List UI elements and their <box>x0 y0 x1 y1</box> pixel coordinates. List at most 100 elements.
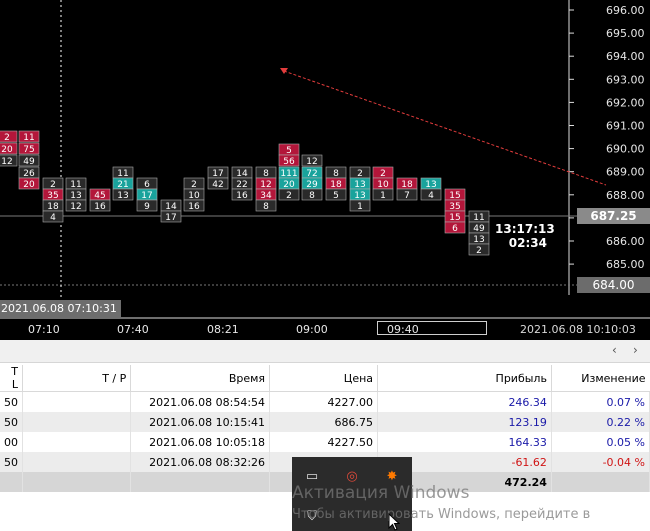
footprint-cell: 15 <box>444 210 466 223</box>
cell-profit: 246.34 <box>377 391 552 412</box>
footprint-cell: 5 <box>278 143 300 156</box>
svg-text:5: 5 <box>286 146 292 156</box>
cell-price: 4227.50 <box>269 432 379 452</box>
cell-sl: 00 <box>0 432 23 452</box>
footprint-cell: 18 <box>325 177 347 190</box>
header-tp[interactable]: T / P <box>22 365 132 392</box>
svg-text:8: 8 <box>263 169 269 179</box>
svg-text:20: 20 <box>23 180 35 190</box>
price-axis-label: 691.00 <box>606 120 645 133</box>
footprint-cell: 11 <box>112 166 134 179</box>
trend-anchor-icon[interactable] <box>280 68 288 74</box>
footprint-cell: 18 <box>396 177 418 190</box>
svg-text:6: 6 <box>144 180 150 190</box>
svg-text:42: 42 <box>212 180 223 190</box>
footprint-cell: 18 <box>42 199 64 212</box>
footprint-cell: 20 <box>0 142 18 155</box>
svg-text:5: 5 <box>333 191 339 201</box>
footprint-cell: 12 <box>301 154 323 167</box>
footprint-cell: 2 <box>278 188 300 201</box>
cell-tp <box>22 412 132 432</box>
footprint-cell: 35 <box>42 188 64 201</box>
svg-text:16: 16 <box>236 191 248 201</box>
svg-text:16: 16 <box>94 202 106 212</box>
svg-text:2: 2 <box>476 246 482 256</box>
footprint-cell: 13 <box>65 188 87 201</box>
svg-text:13: 13 <box>354 180 365 190</box>
svg-text:72: 72 <box>306 169 317 179</box>
price-axis-label: 689.00 <box>606 166 645 179</box>
footprint-cell: 49 <box>18 154 40 167</box>
activation-watermark-title: Активация Windows <box>292 483 470 503</box>
price-axis-label: 693.00 <box>606 73 645 86</box>
footprint-cell: 12 <box>65 199 87 212</box>
svg-text:17: 17 <box>165 213 176 223</box>
svg-text:17: 17 <box>141 191 152 201</box>
footprint-cell: 22 <box>231 177 253 190</box>
time-label: 09:00 <box>296 323 328 336</box>
svg-text:2: 2 <box>380 169 386 179</box>
footprint-cell: 29 <box>301 177 323 190</box>
cell-change: 0.07 % <box>551 391 650 412</box>
svg-text:8: 8 <box>333 169 339 179</box>
svg-text:14: 14 <box>165 202 177 212</box>
svg-text:13: 13 <box>70 191 81 201</box>
svg-text:49: 49 <box>473 224 485 234</box>
footprint-cell: 15 <box>444 188 466 201</box>
svg-text:15: 15 <box>449 191 460 201</box>
header-sl[interactable]: T L <box>0 365 23 392</box>
current-price-tag: 687.25 <box>577 208 650 224</box>
footprint-cell: 13 <box>349 188 371 201</box>
header-profit[interactable]: Прибыль <box>377 365 552 392</box>
svg-text:17: 17 <box>212 169 223 179</box>
footprint-cell: 8 <box>325 166 347 179</box>
svg-text:111: 111 <box>280 169 297 179</box>
svg-text:11: 11 <box>117 169 128 179</box>
table-header: T L T / P Время Цена Прибыль Изменение <box>0 365 650 392</box>
svg-text:14: 14 <box>236 169 248 179</box>
svg-text:13: 13 <box>117 191 128 201</box>
footprint-cell: 7 <box>396 188 418 201</box>
mouse-cursor-icon <box>388 513 400 531</box>
time-label: 09:40 <box>387 323 419 336</box>
footprint-cell: 10 <box>372 177 394 190</box>
scroll-strip[interactable]: ‹ › <box>0 340 650 363</box>
svg-text:11: 11 <box>23 133 34 143</box>
scroll-left-icon[interactable]: ‹ <box>612 343 617 357</box>
scroll-right-icon[interactable]: › <box>633 343 638 357</box>
footprint-cell: 17 <box>136 188 158 201</box>
footprint-cell: 13 <box>468 232 490 245</box>
cell-time: 2021.06.08 08:32:26 <box>130 452 271 472</box>
table-row[interactable]: 50 2021.06.08 10:15:41 686.75 123.19 0.2… <box>0 412 650 432</box>
time-label: 08:21 <box>207 323 239 336</box>
svg-text:12: 12 <box>306 157 317 167</box>
svg-text:2: 2 <box>286 191 292 201</box>
bar-clock: 13:17:13 02:34 <box>495 222 555 250</box>
footprint-cell: 1 <box>372 188 394 201</box>
footprint-cell: 1 <box>349 199 371 212</box>
footprint-cell: 14 <box>231 166 253 179</box>
footprint-cell: 75 <box>18 142 40 155</box>
table-row[interactable]: 50 2021.06.08 08:54:54 4227.00 246.34 0.… <box>0 391 650 412</box>
cell-change: 0.22 % <box>551 412 650 432</box>
footprint-cell: 2 <box>42 177 64 190</box>
svg-text:18: 18 <box>47 202 59 212</box>
chart-canvas[interactable]: 696.00 695.00 694.00 693.00 692.00 691.00 690.… <box>0 0 650 340</box>
svg-text:21: 21 <box>117 180 128 190</box>
footprint-cell: 8 <box>301 188 323 201</box>
footprint-cell: 4 <box>42 210 64 223</box>
header-time[interactable]: Время <box>130 365 271 392</box>
header-price[interactable]: Цена <box>269 365 379 392</box>
footprint-cell: 16 <box>183 199 205 212</box>
chart-area[interactable]: 696.00 695.00 694.00 693.00 692.00 691.00 690.… <box>0 0 650 340</box>
header-change[interactable]: Изменение <box>551 365 650 392</box>
footprint-cell: 56 <box>278 154 300 167</box>
cell-tp <box>22 432 132 452</box>
price-axis-label: 694.00 <box>606 50 645 63</box>
footprint-cell: 11 <box>65 177 87 190</box>
svg-text:18: 18 <box>401 180 413 190</box>
table-row[interactable]: 00 2021.06.08 10:05:18 4227.50 164.33 0.… <box>0 432 650 452</box>
bar-time: 13:17:13 <box>495 222 555 236</box>
footprint-cell: 14 <box>160 199 182 212</box>
footprint-cell: 45 <box>89 188 111 201</box>
